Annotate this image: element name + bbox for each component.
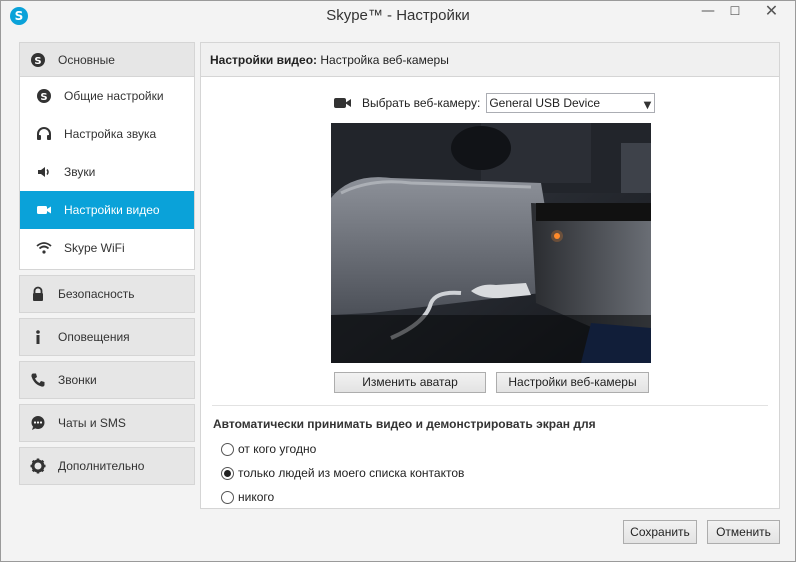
phone-icon xyxy=(30,372,46,388)
sidebar-item-label: Чаты и SMS xyxy=(58,416,126,430)
panel-header: Настройки видео: Настройка веб-камеры xyxy=(201,43,779,77)
sidebar-item-notifications[interactable]: Оповещения xyxy=(19,318,195,356)
webcam-preview-image xyxy=(331,123,651,363)
webcam-select-row: Выбрать веб-камеру: General USB Device ▼ xyxy=(334,93,656,113)
radio-anyone[interactable]: от кого угодно xyxy=(221,441,316,457)
sidebar-item-label: Настройки видео xyxy=(64,203,160,217)
radio-button[interactable] xyxy=(221,442,234,456)
sidebar-item-label: Безопасность xyxy=(58,287,135,301)
sidebar-item-notifications-row[interactable]: Оповещения xyxy=(20,319,194,355)
webcam-preview xyxy=(331,123,651,363)
sidebar-item-label: Звуки xyxy=(64,165,96,179)
svg-text:S: S xyxy=(40,92,47,103)
sidebar-item-skype-wifi[interactable]: Skype WiFi xyxy=(20,229,194,267)
sidebar-item-video-settings[interactable]: Настройки видео xyxy=(20,191,194,229)
radio-nobody[interactable]: никого xyxy=(221,489,274,505)
sidebar-item-chats-sms[interactable]: Чаты и SMS xyxy=(19,404,195,442)
sidebar-item-general-settings[interactable]: S Общие настройки xyxy=(20,77,194,115)
maximize-button[interactable]: ☐ xyxy=(722,1,748,22)
sidebar-item-label: Оповещения xyxy=(58,330,130,344)
cancel-button[interactable]: Отменить xyxy=(707,520,780,544)
info-icon xyxy=(30,329,46,345)
webcam-select-value: General USB Device xyxy=(489,96,601,110)
skype-icon: S xyxy=(36,88,52,104)
radio-label: от кого угодно xyxy=(238,442,317,456)
sidebar-item-calls-row[interactable]: Звонки xyxy=(20,362,194,398)
chat-icon xyxy=(30,415,46,431)
sidebar-item-label: Основные xyxy=(58,52,115,67)
headset-icon xyxy=(36,126,52,142)
sidebar-item-label: Звонки xyxy=(58,373,97,387)
sidebar-item-chats-sms-row[interactable]: Чаты и SMS xyxy=(20,405,194,441)
panel-header-title: Настройки видео: xyxy=(210,53,318,67)
sidebar-item-advanced[interactable]: Дополнительно xyxy=(19,447,195,485)
webcam-settings-button[interactable]: Настройки веб-камеры xyxy=(496,372,649,393)
change-avatar-button[interactable]: Изменить аватар xyxy=(334,372,486,393)
sidebar-item-calls[interactable]: Звонки xyxy=(19,361,195,399)
nav-group-general: S Основные S Общие настройки Настройка з… xyxy=(19,42,195,270)
speaker-icon xyxy=(36,164,52,180)
video-settings-panel: Настройки видео: Настройка веб-камеры Вы… xyxy=(200,42,780,509)
skype-icon: S xyxy=(30,52,46,68)
sidebar-item-label: Дополнительно xyxy=(58,459,145,473)
radio-button[interactable] xyxy=(221,490,234,504)
sidebar-item-advanced-row[interactable]: Дополнительно xyxy=(20,448,194,484)
sidebar-item-label: Skype WiFi xyxy=(64,241,125,255)
chevron-down-icon: ▼ xyxy=(643,100,652,111)
svg-text:S: S xyxy=(34,56,41,67)
sidebar-item-audio-settings[interactable]: Настройка звука xyxy=(20,115,194,153)
sidebar-item-security-row[interactable]: Безопасность xyxy=(20,276,194,312)
video-camera-icon xyxy=(334,97,352,109)
auto-accept-heading: Автоматически принимать видео и демонстр… xyxy=(213,417,596,431)
settings-window: S Skype™ - Настройки — ☐ ✕ S Основные S … xyxy=(0,0,796,562)
lock-icon xyxy=(30,286,46,302)
title-bar[interactable]: S Skype™ - Настройки — ☐ ✕ xyxy=(1,1,795,32)
close-button[interactable]: ✕ xyxy=(749,1,794,22)
section-divider xyxy=(212,405,768,406)
sidebar-item-sounds[interactable]: Звуки xyxy=(20,153,194,191)
save-button[interactable]: Сохранить xyxy=(623,520,697,544)
window-title: Skype™ - Настройки xyxy=(326,7,470,24)
panel-header-subtitle: Настройка веб-камеры xyxy=(320,53,449,67)
gear-icon xyxy=(30,458,46,474)
webcam-select[interactable]: General USB Device ▼ xyxy=(486,93,656,113)
video-camera-icon xyxy=(36,202,52,218)
sidebar-item-general[interactable]: S Основные xyxy=(20,43,194,77)
sidebar-item-security[interactable]: Безопасность xyxy=(19,275,195,313)
radio-contacts-only[interactable]: только людей из моего списка контактов xyxy=(221,465,464,481)
radio-label: никого xyxy=(238,490,275,504)
minimize-button[interactable]: — xyxy=(695,1,721,22)
radio-label: только людей из моего списка контактов xyxy=(238,466,465,480)
webcam-select-label: Выбрать веб-камеру: xyxy=(362,96,481,110)
radio-button[interactable] xyxy=(221,466,234,480)
sidebar-item-label: Общие настройки xyxy=(64,89,164,103)
sidebar-item-label: Настройка звука xyxy=(64,127,157,141)
wifi-icon xyxy=(36,240,52,256)
